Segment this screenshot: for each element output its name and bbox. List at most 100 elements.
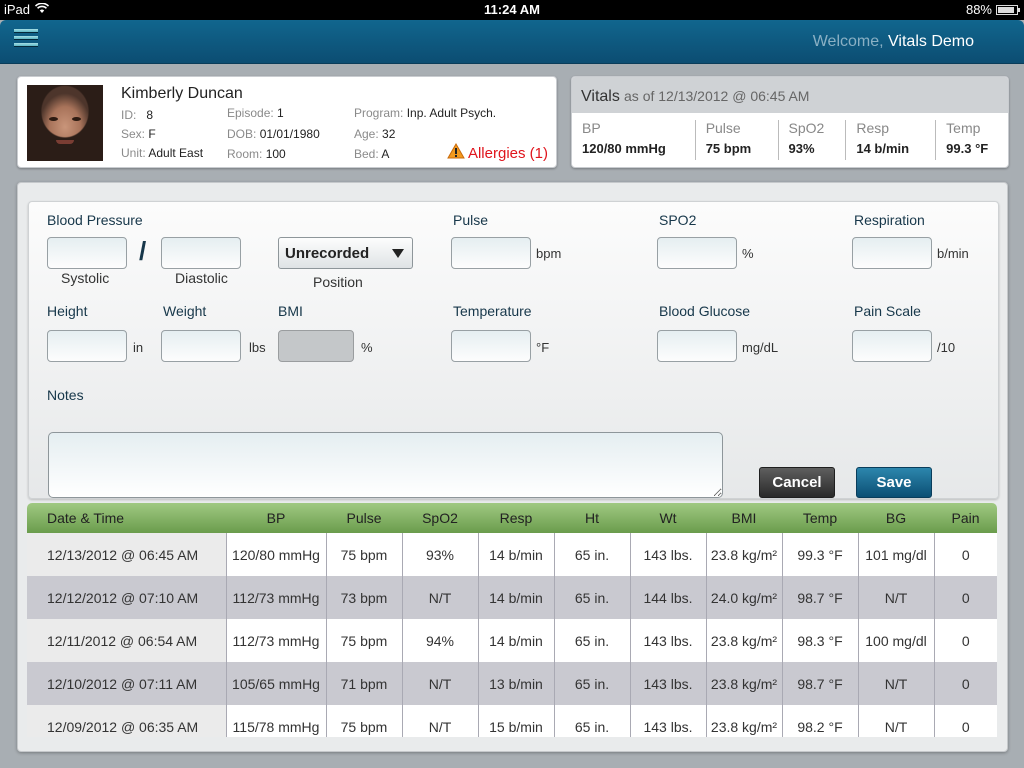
position-selected: Unrecorded (285, 245, 370, 262)
cell-temp: 98.2 °F (781, 705, 858, 737)
user-name: Vitals Demo (888, 33, 974, 50)
cell-resp: 13 b/min (477, 662, 554, 705)
respiration-input[interactable] (852, 237, 932, 269)
cancel-button[interactable]: Cancel (759, 467, 835, 498)
cell-pain: 0 (933, 619, 997, 662)
cell-pulse: 73 bpm (325, 576, 402, 619)
patient-program: Program: Inp. Adult Psych. (354, 106, 497, 120)
cell-date-time: 12/12/2012 @ 07:10 AM (27, 576, 226, 619)
pain-scale-unit: /10 (937, 340, 956, 355)
table-row[interactable]: 12/12/2012 @ 07:10 AM 112/73 mmHg 73 bpm N/… (27, 576, 997, 619)
diastolic-input[interactable] (161, 237, 241, 269)
patient-sex: Sex: F (121, 127, 156, 141)
cell-ht: 65 in. (553, 662, 630, 705)
hamburger-icon-bar (14, 43, 38, 47)
position-select[interactable]: Unrecorded (278, 237, 413, 269)
temperature-unit: °F (536, 340, 550, 355)
table-row[interactable]: 12/11/2012 @ 06:54 AM 112/73 mmHg 75 bpm 94… (27, 619, 997, 662)
table-header-row: Date & Time BP Pulse SpO2 Resp Ht Wt BMI Temp BG P… (27, 503, 997, 533)
cell-pulse: 75 bpm (325, 533, 402, 576)
column-header-bmi[interactable]: BMI (706, 503, 782, 533)
column-header-temp[interactable]: Temp (782, 503, 858, 533)
save-button[interactable]: Save (856, 467, 932, 498)
systolic-label: Systolic (61, 270, 110, 286)
dropdown-arrow-icon (392, 249, 404, 258)
vitals-summary-header: Vitals as of 12/13/2012 @ 06:45 AM (572, 77, 1008, 113)
welcome-label: Welcome, (812, 33, 884, 50)
vitals-summary-temp: Temp 99.3 °F (946, 120, 989, 156)
cell-pulse: 71 bpm (325, 662, 402, 705)
systolic-input[interactable] (47, 237, 127, 269)
column-header-resp[interactable]: Resp (478, 503, 554, 533)
blood-pressure-label: Blood Pressure (47, 212, 143, 228)
temperature-label: Temperature (453, 303, 532, 319)
column-header-spo2[interactable]: SpO2 (402, 503, 478, 533)
cell-resp: 14 b/min (477, 619, 554, 662)
notes-textarea[interactable] (48, 432, 723, 498)
patient-unit: Unit: Adult East (121, 146, 204, 160)
cell-bg: N/T (857, 662, 934, 705)
respiration-unit: b/min (937, 246, 969, 261)
cell-bp: 120/80 mmHg (225, 533, 326, 576)
pulse-input[interactable] (451, 237, 531, 269)
blood-glucose-input[interactable] (657, 330, 737, 362)
table-row[interactable]: 12/13/2012 @ 06:45 AM 120/80 mmHg 75 bpm 93… (27, 533, 997, 576)
column-header-bg[interactable]: BG (858, 503, 934, 533)
cell-ht: 65 in. (553, 619, 630, 662)
menu-button[interactable] (14, 29, 38, 53)
cell-bp: 112/73 mmHg (225, 576, 326, 619)
column-header-ht[interactable]: Ht (554, 503, 630, 533)
height-input[interactable] (47, 330, 127, 362)
welcome-message: Welcome, Vitals Demo (813, 33, 974, 51)
cell-date-time: 12/13/2012 @ 06:45 AM (27, 533, 226, 576)
hamburger-icon-bar (14, 36, 38, 40)
pulse-unit: bpm (536, 246, 562, 261)
cell-bmi: 23.8 kg/m² (705, 533, 782, 576)
weight-input[interactable] (161, 330, 241, 362)
allergies-link[interactable]: Allergies (1) (447, 142, 548, 163)
patient-age: Age: 32 (354, 127, 396, 141)
column-header-date-time[interactable]: Date & Time (27, 503, 226, 533)
table-row[interactable]: 12/09/2012 @ 06:35 AM 115/78 mmHg 75 bpm N/… (27, 705, 997, 737)
vitals-entry-form: Blood Pressure / Systolic Diastolic Unre… (28, 201, 999, 499)
cell-date-time: 12/09/2012 @ 06:35 AM (27, 705, 226, 737)
column-header-pulse[interactable]: Pulse (326, 503, 402, 533)
pain-scale-input[interactable] (852, 330, 932, 362)
table-row[interactable]: 12/10/2012 @ 07:11 AM 105/65 mmHg 71 bpm N/… (27, 662, 997, 705)
temperature-input[interactable] (451, 330, 531, 362)
diastolic-label: Diastolic (175, 270, 228, 286)
cell-resp: 15 b/min (477, 705, 554, 737)
app-header: Welcome, Vitals Demo (0, 20, 1024, 64)
clock: 11:24 AM (484, 2, 540, 17)
spo2-unit: % (742, 246, 754, 261)
blood-glucose-label: Blood Glucose (659, 303, 751, 319)
cell-bg: N/T (857, 576, 934, 619)
vitals-title: Vitals (581, 88, 620, 105)
cell-temp: 98.7 °F (781, 576, 858, 619)
cell-ht: 65 in. (553, 705, 630, 737)
cell-pulse: 75 bpm (325, 705, 402, 737)
vitals-summary-bp: BP 120/80 mmHg (572, 120, 696, 160)
blood-glucose-unit: mg/dL (742, 340, 779, 355)
vitals-as-of: as of 12/13/2012 @ 06:45 AM (624, 88, 810, 104)
height-unit: in (133, 340, 144, 355)
weight-unit: lbs (249, 340, 266, 355)
vitals-summary-resp: Resp 14 b/min (846, 120, 937, 160)
cell-date-time: 12/11/2012 @ 06:54 AM (27, 619, 226, 662)
spo2-input[interactable] (657, 237, 737, 269)
patient-dob: DOB: 01/01/1980 (227, 127, 320, 141)
height-label: Height (47, 303, 88, 319)
main-panel: Blood Pressure / Systolic Diastolic Unre… (17, 182, 1008, 752)
column-header-pain[interactable]: Pain (934, 503, 997, 533)
vitals-summary-card: Vitals as of 12/13/2012 @ 06:45 AM BP 12… (571, 76, 1009, 168)
vitals-summary-pulse: Pulse 75 bpm (696, 120, 779, 160)
column-header-bp[interactable]: BP (226, 503, 326, 533)
cell-bmi: 23.8 kg/m² (705, 662, 782, 705)
pain-scale-label: Pain Scale (854, 303, 921, 319)
cell-pain: 0 (933, 533, 997, 576)
cell-ht: 65 in. (553, 533, 630, 576)
spo2-label: SPO2 (659, 212, 697, 228)
cell-wt: 143 lbs. (629, 533, 706, 576)
vitals-history-table[interactable]: Date & Time BP Pulse SpO2 Resp Ht Wt BMI Temp BG P… (27, 503, 997, 737)
column-header-wt[interactable]: Wt (630, 503, 706, 533)
